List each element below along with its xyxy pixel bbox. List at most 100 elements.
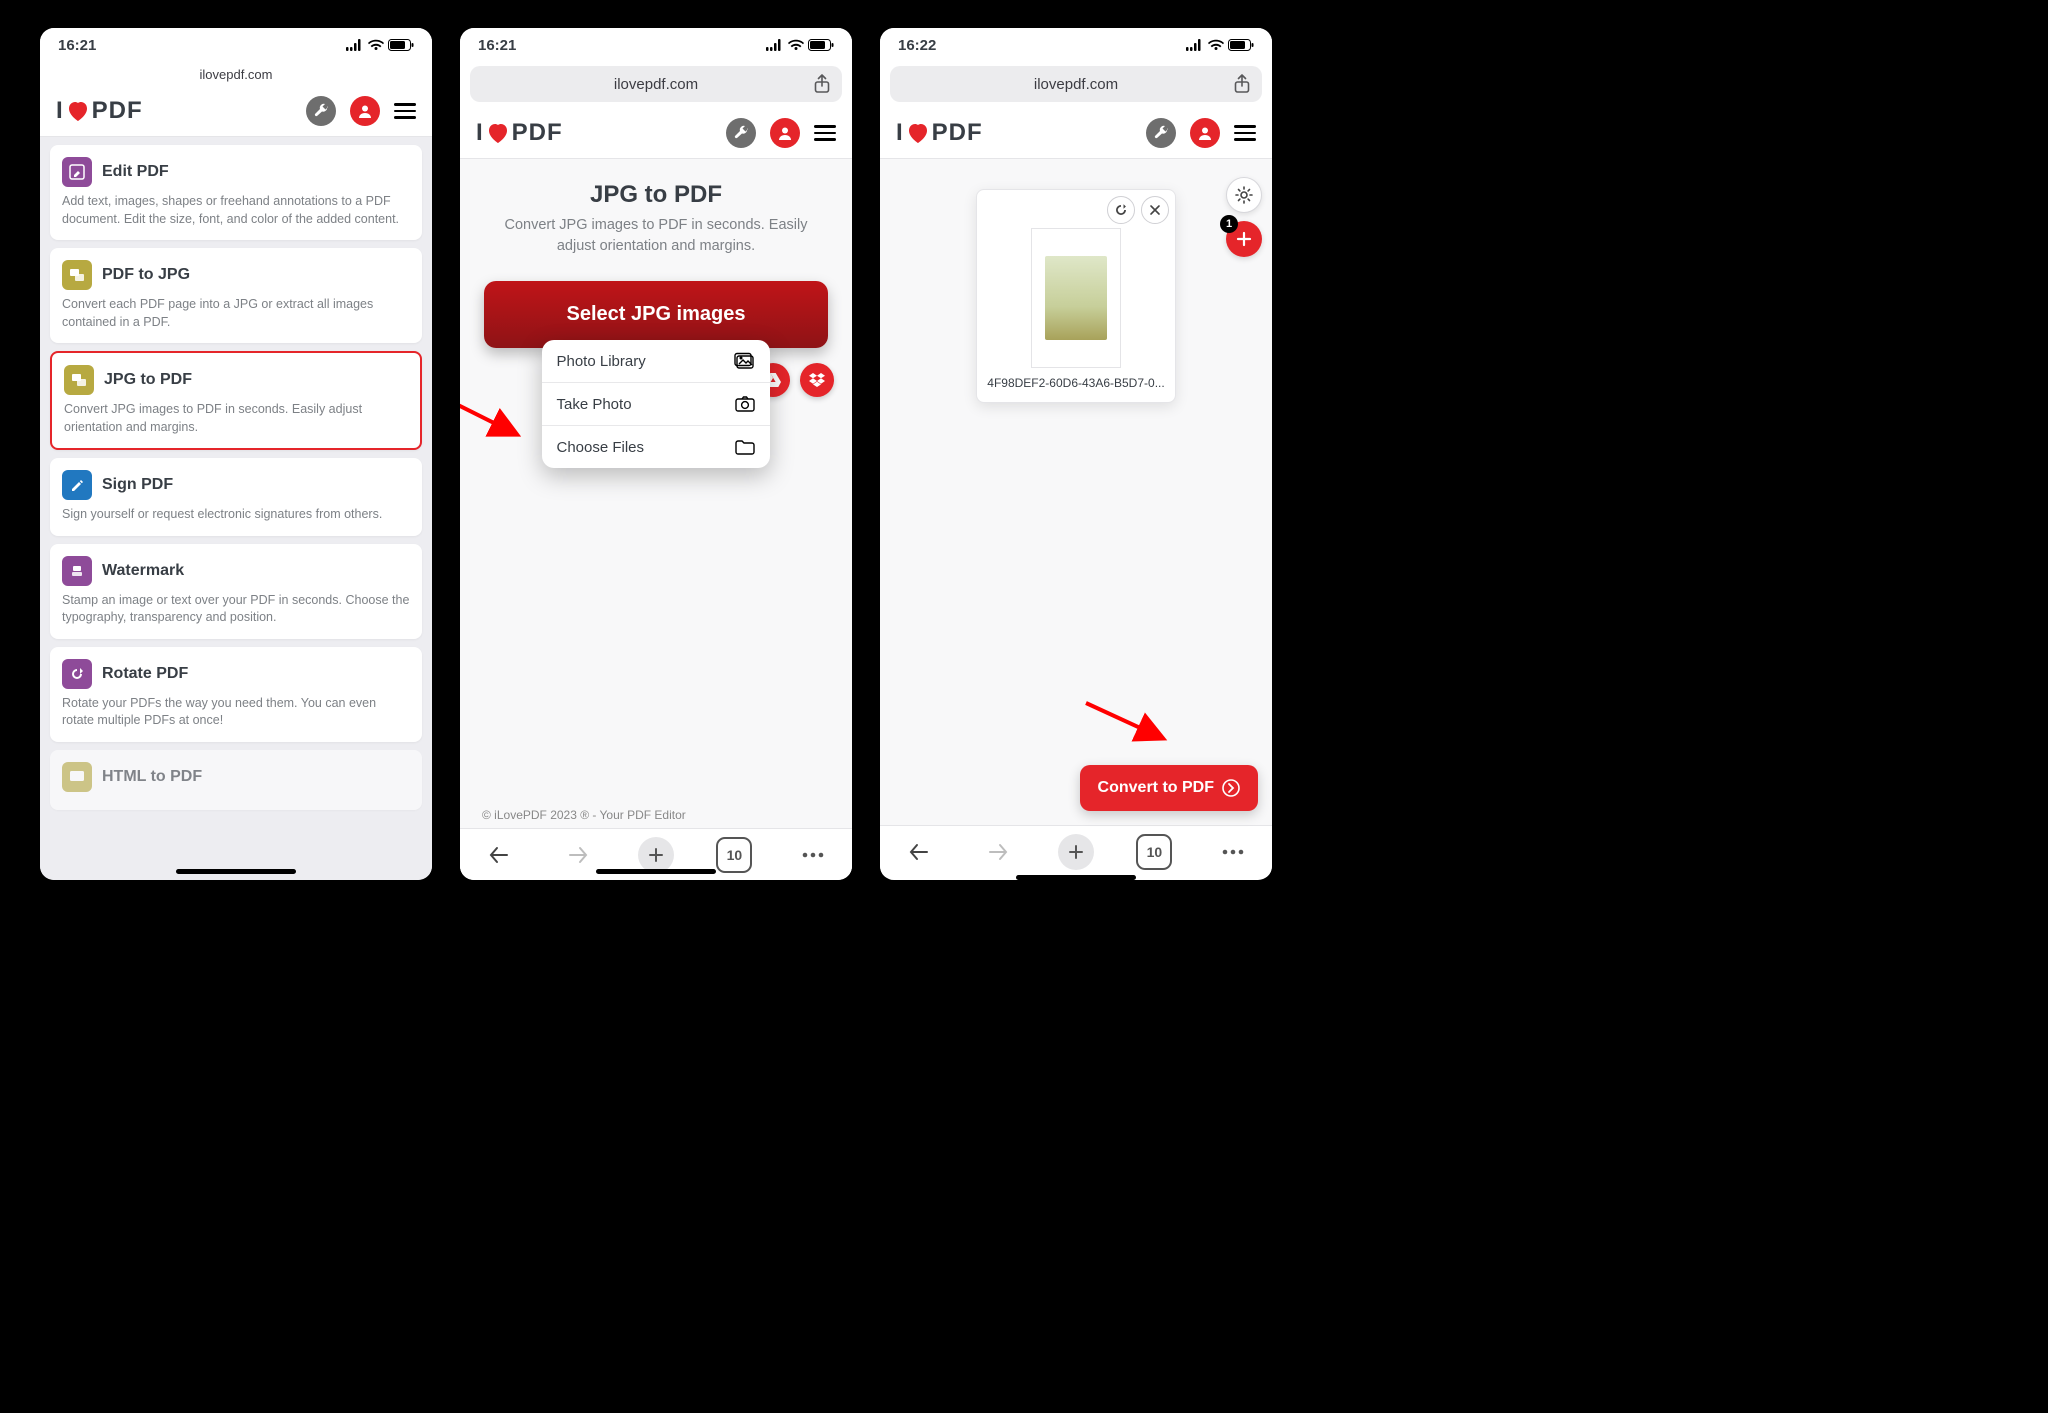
back-button[interactable] bbox=[901, 834, 937, 870]
status-bar: 16:22 bbox=[880, 28, 1272, 62]
card-title: Watermark bbox=[102, 562, 184, 580]
home-indicator bbox=[596, 869, 716, 874]
heart-icon bbox=[906, 122, 930, 144]
app-header: I PDF bbox=[460, 108, 852, 159]
card-title: HTML to PDF bbox=[102, 768, 202, 786]
battery-icon bbox=[388, 39, 414, 51]
share-button[interactable] bbox=[1222, 66, 1262, 102]
home-indicator bbox=[176, 869, 296, 874]
footer-copyright: © iLovePDF 2023 ® - Your PDF Editor bbox=[460, 808, 852, 828]
heart-icon bbox=[486, 122, 510, 144]
new-tab-button[interactable] bbox=[1058, 834, 1094, 870]
dropbox-button[interactable] bbox=[800, 363, 834, 397]
share-button[interactable] bbox=[802, 66, 842, 102]
file-count-badge: 1 bbox=[1220, 215, 1238, 233]
url-text: ilovepdf.com bbox=[1034, 76, 1118, 93]
heart-icon bbox=[66, 100, 90, 122]
menu-button[interactable] bbox=[814, 125, 836, 141]
add-file-button[interactable]: 1 bbox=[1226, 221, 1262, 257]
picker-label: Take Photo bbox=[556, 396, 631, 413]
camera-icon bbox=[734, 395, 756, 413]
rotate-file-button[interactable] bbox=[1107, 196, 1135, 224]
forward-button[interactable] bbox=[560, 837, 596, 873]
new-tab-button[interactable] bbox=[638, 837, 674, 873]
status-icons bbox=[346, 39, 414, 51]
account-button[interactable] bbox=[770, 118, 800, 148]
status-bar: 16:21 bbox=[460, 28, 852, 62]
cellular-icon bbox=[1186, 39, 1204, 51]
card-jpg-to-pdf[interactable]: JPG to PDF Convert JPG images to PDF in … bbox=[50, 351, 422, 450]
card-sign-pdf[interactable]: Sign PDF Sign yourself or request electr… bbox=[50, 458, 422, 536]
ilovepdf-logo[interactable]: I PDF bbox=[896, 119, 983, 147]
more-button[interactable] bbox=[795, 837, 831, 873]
account-button[interactable] bbox=[1190, 118, 1220, 148]
screen-3: 16:22 ilovepdf.com bbox=[880, 28, 1272, 880]
select-jpg-button[interactable]: Select JPG images bbox=[484, 281, 828, 348]
tool-list[interactable]: Edit PDF Add text, images, shapes or fre… bbox=[40, 137, 432, 880]
tabs-button[interactable]: 10 bbox=[1136, 834, 1172, 870]
status-time: 16:21 bbox=[58, 37, 96, 54]
ilovepdf-logo[interactable]: I PDF bbox=[476, 119, 563, 147]
wifi-icon bbox=[1208, 39, 1224, 51]
tabs-count: 10 bbox=[727, 847, 743, 863]
card-rotate-pdf[interactable]: Rotate PDF Rotate your PDFs the way you … bbox=[50, 647, 422, 742]
settings-button[interactable] bbox=[1226, 177, 1262, 213]
ilovepdf-logo[interactable]: I PDF bbox=[56, 97, 143, 125]
tools-button[interactable] bbox=[1146, 118, 1176, 148]
picker-photo-library[interactable]: Photo Library bbox=[542, 340, 769, 383]
card-watermark[interactable]: Watermark Stamp an image or text over yo… bbox=[50, 544, 422, 639]
status-bar: 16:21 bbox=[40, 28, 432, 62]
convert-to-pdf-button[interactable]: Convert to PDF bbox=[1080, 765, 1258, 811]
picker-label: Choose Files bbox=[556, 439, 644, 456]
picker-take-photo[interactable]: Take Photo bbox=[542, 383, 769, 426]
page-description: Convert JPG images to PDF in seconds. Ea… bbox=[484, 215, 828, 257]
menu-button[interactable] bbox=[1234, 125, 1256, 141]
picker-choose-files[interactable]: Choose Files bbox=[542, 426, 769, 468]
tabs-count: 10 bbox=[1147, 844, 1163, 860]
tools-button[interactable] bbox=[306, 96, 336, 126]
photo-preview bbox=[1045, 256, 1107, 340]
card-desc: Sign yourself or request electronic sign… bbox=[62, 506, 410, 524]
home-indicator bbox=[1016, 875, 1136, 880]
file-name: 4F98DEF2-60D6-43A6-B5D7-0... bbox=[987, 376, 1165, 390]
card-pdf-to-jpg[interactable]: PDF to JPG Convert each PDF page into a … bbox=[50, 248, 422, 343]
status-time: 16:21 bbox=[478, 37, 516, 54]
back-button[interactable] bbox=[481, 837, 517, 873]
card-edit-pdf[interactable]: Edit PDF Add text, images, shapes or fre… bbox=[50, 145, 422, 240]
menu-button[interactable] bbox=[394, 103, 416, 119]
remove-file-button[interactable] bbox=[1141, 196, 1169, 224]
url-bar-wrap: ilovepdf.com bbox=[880, 62, 1272, 108]
url-bar[interactable]: ilovepdf.com bbox=[890, 66, 1262, 102]
edit-icon bbox=[62, 157, 92, 187]
html-icon bbox=[62, 762, 92, 792]
jpg-to-pdf-icon bbox=[64, 365, 94, 395]
card-title: Sign PDF bbox=[102, 476, 173, 494]
logo-i: I bbox=[476, 119, 484, 147]
card-html-to-pdf[interactable]: HTML to PDF bbox=[50, 750, 422, 810]
annotation-arrow bbox=[1082, 699, 1172, 745]
cellular-icon bbox=[346, 39, 364, 51]
logo-i: I bbox=[896, 119, 904, 147]
more-button[interactable] bbox=[1215, 834, 1251, 870]
logo-pdf: PDF bbox=[932, 119, 983, 147]
url-bar[interactable]: ilovepdf.com bbox=[470, 66, 842, 102]
card-desc: Convert each PDF page into a JPG or extr… bbox=[62, 296, 410, 331]
convert-page: 1 4F98DEF2-60D6-43A6-B5D7-0... bbox=[880, 159, 1272, 825]
logo-pdf: PDF bbox=[512, 119, 563, 147]
file-thumbnail[interactable]: 4F98DEF2-60D6-43A6-B5D7-0... bbox=[976, 189, 1176, 403]
picker-label: Photo Library bbox=[556, 353, 645, 370]
card-desc: Rotate your PDFs the way you need them. … bbox=[62, 695, 410, 730]
page-title: JPG to PDF bbox=[484, 181, 828, 209]
url-bar-simple[interactable]: ilovepdf.com bbox=[40, 62, 432, 86]
status-icons bbox=[766, 39, 834, 51]
logo-pdf: PDF bbox=[92, 97, 143, 125]
tabs-button[interactable]: 10 bbox=[716, 837, 752, 873]
tools-button[interactable] bbox=[726, 118, 756, 148]
card-title: JPG to PDF bbox=[104, 371, 192, 389]
url-text: ilovepdf.com bbox=[614, 76, 698, 93]
watermark-icon bbox=[62, 556, 92, 586]
forward-button[interactable] bbox=[980, 834, 1016, 870]
wifi-icon bbox=[788, 39, 804, 51]
account-button[interactable] bbox=[350, 96, 380, 126]
file-source-picker: Photo Library Take Photo Choose Files bbox=[542, 340, 769, 468]
